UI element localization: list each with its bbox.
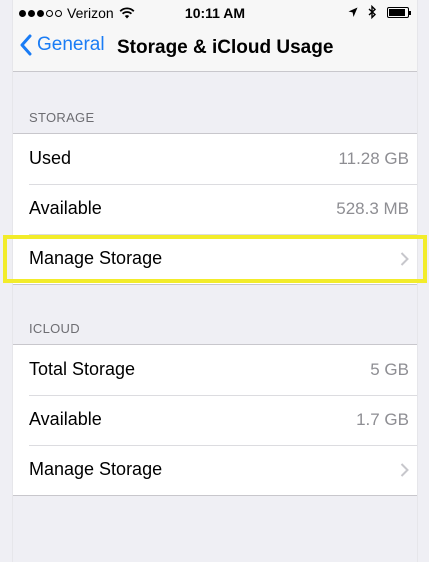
- storage-group: Used 11.28 GB Available 528.3 MB Manage …: [3, 133, 427, 285]
- section-header-icloud: ICLOUD: [29, 321, 80, 336]
- status-right: [348, 5, 411, 19]
- status-bar: Verizon 10:11 AM: [13, 0, 417, 26]
- chevron-right-icon: [400, 463, 409, 477]
- storage-used-row: Used 11.28 GB: [13, 134, 417, 184]
- row-value: 5 GB: [370, 360, 409, 379]
- icloud-manage-storage-row[interactable]: Manage Storage: [13, 445, 417, 495]
- row-label: Available: [29, 198, 102, 218]
- row-label: Total Storage: [29, 359, 136, 379]
- row-label: Available: [29, 409, 102, 429]
- icloud-total-storage-row: Total Storage 5 GB: [13, 345, 417, 395]
- row-label: Manage Storage: [29, 459, 163, 479]
- row-value: 1.7 GB: [356, 410, 409, 429]
- battery-fill: [389, 8, 405, 16]
- row-label: Manage Storage: [29, 248, 163, 268]
- battery-icon: [387, 6, 411, 18]
- section-header-storage: STORAGE: [29, 110, 95, 125]
- page-title: Storage & iCloud Usage: [117, 37, 334, 58]
- storage-available-row: Available 528.3 MB: [13, 184, 417, 234]
- icloud-group: Total Storage 5 GB Available 1.7 GB Mana…: [13, 344, 417, 496]
- settings-screen: Verizon 10:11 AM General Storage & iClou…: [3, 0, 427, 562]
- chevron-right-icon: [400, 252, 409, 266]
- location-arrow-icon: [348, 7, 358, 17]
- row-value: 528.3 MB: [336, 199, 409, 218]
- storage-manage-storage-row[interactable]: Manage Storage: [3, 234, 427, 284]
- icloud-available-row: Available 1.7 GB: [13, 395, 417, 445]
- navigation-bar: General Storage & iCloud Usage: [13, 26, 417, 72]
- back-button[interactable]: General: [19, 34, 105, 56]
- row-value: 11.28 GB: [338, 149, 409, 168]
- row-label: Used: [29, 148, 72, 168]
- chevron-left-icon: [20, 34, 32, 56]
- back-button-label: General: [37, 34, 105, 55]
- bluetooth-icon: [368, 5, 377, 19]
